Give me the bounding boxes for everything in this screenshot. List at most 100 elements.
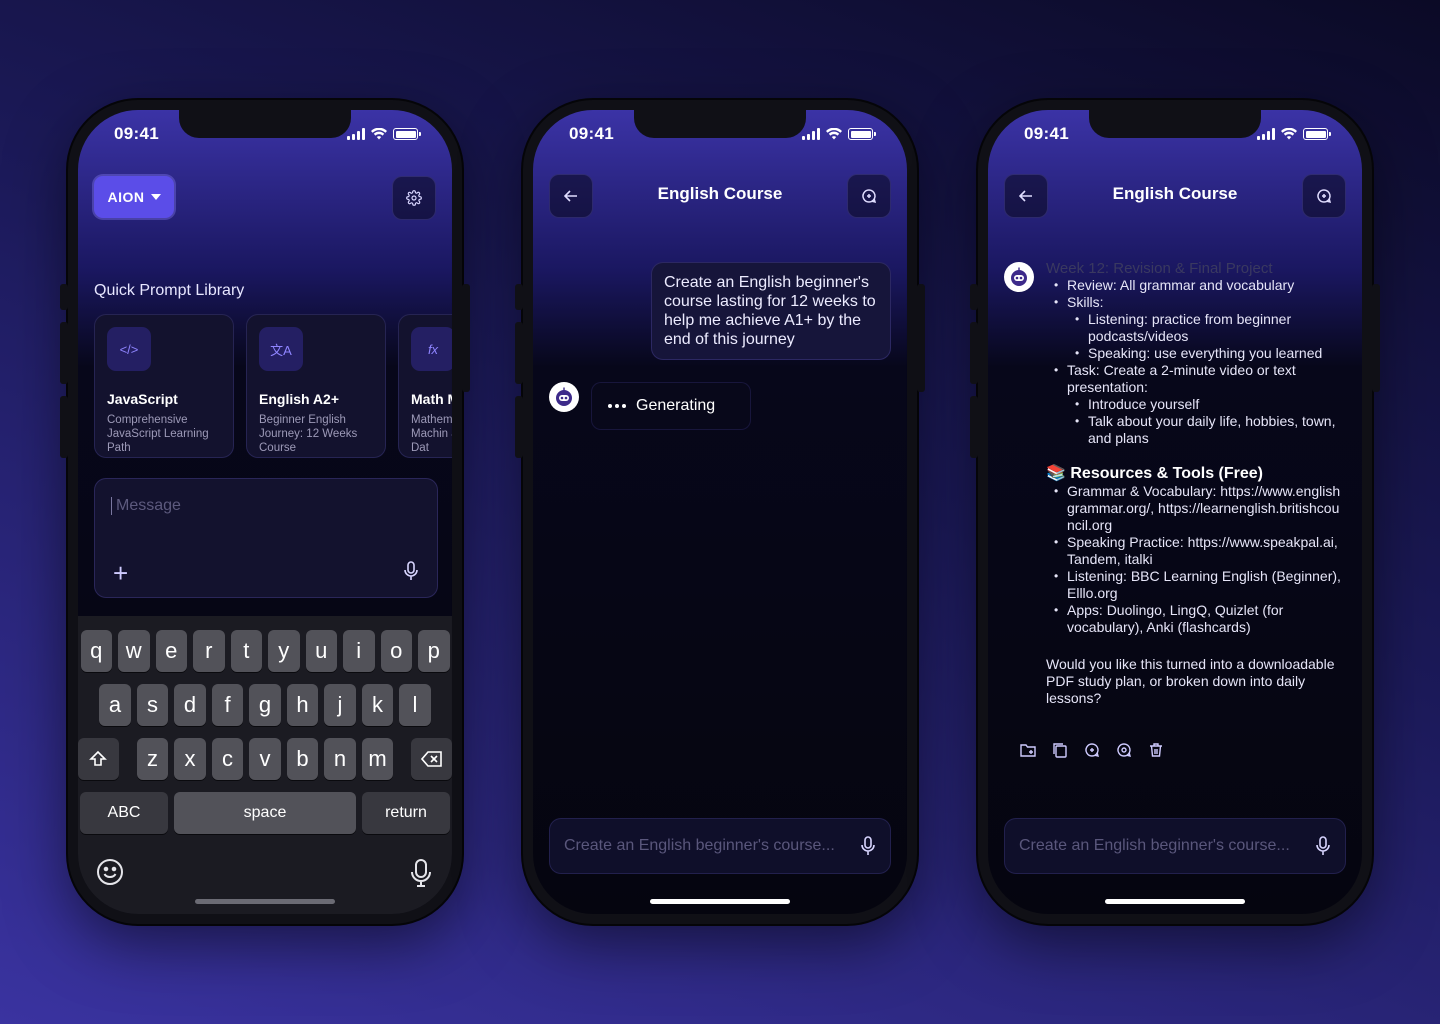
chat-input[interactable]: Create an English beginner's course... xyxy=(1004,818,1346,874)
phone-response: 09:41 English Course Week 12: Revision &… xyxy=(970,100,1380,924)
card-subtitle: Beginner English Journey: 12 Weeks Cours… xyxy=(259,414,358,454)
search-chat-icon[interactable] xyxy=(1116,742,1132,758)
list-item: Review: All grammar and vocabulary xyxy=(1046,277,1346,294)
space-key[interactable]: space xyxy=(174,792,356,834)
assistant-avatar xyxy=(1004,262,1034,292)
key-n[interactable]: n xyxy=(324,738,356,780)
new-chat-icon xyxy=(862,189,877,204)
list-item: Apps: Duolingo, LingQ, Quizlet (for voca… xyxy=(1046,602,1346,636)
key-m[interactable]: m xyxy=(361,738,394,780)
key-u[interactable]: u xyxy=(305,630,337,672)
status-bar: 09:41 xyxy=(1024,124,1331,144)
shift-icon xyxy=(89,750,108,766)
key-o[interactable]: o xyxy=(380,630,412,672)
chat-input-placeholder[interactable]: Create an English beginner's course... xyxy=(564,837,835,855)
key-g[interactable]: g xyxy=(249,684,281,726)
list-item: Skills: xyxy=(1046,294,1346,311)
card-title: English A2+ xyxy=(259,391,340,407)
card-title: JavaScript xyxy=(107,391,178,407)
key-y[interactable]: y xyxy=(268,630,300,672)
regenerate-icon[interactable] xyxy=(1084,742,1100,758)
chat-input[interactable]: Create an English beginner's course... xyxy=(549,818,891,874)
prompt-card-english[interactable]: 文A English A2+ Beginner English Journey:… xyxy=(246,314,386,458)
chevron-down-icon xyxy=(150,194,161,200)
microphone-icon[interactable] xyxy=(1315,836,1331,856)
key-z[interactable]: z xyxy=(136,738,169,780)
list-item: Speaking: use everything you learned xyxy=(1046,345,1346,362)
key-j[interactable]: j xyxy=(324,684,356,726)
shift-key[interactable] xyxy=(78,738,119,780)
key-f[interactable]: f xyxy=(211,684,244,726)
message-actions xyxy=(1020,742,1164,758)
message-composer[interactable]: Message + xyxy=(94,478,438,598)
dictation-microphone-icon[interactable] xyxy=(410,858,432,888)
key-k[interactable]: k xyxy=(361,684,394,726)
key-p[interactable]: p xyxy=(418,630,450,672)
settings-button[interactable] xyxy=(392,176,436,220)
copy-icon[interactable] xyxy=(1052,742,1068,758)
model-selector-button[interactable]: AION xyxy=(94,176,174,218)
chat-input-placeholder[interactable]: Create an English beginner's course... xyxy=(1019,837,1290,855)
keyboard: qwertyuiop asdfghjkl zxcvbnm ABC space r… xyxy=(78,616,452,914)
user-message: Create an English beginner's course last… xyxy=(651,262,891,360)
robot-icon xyxy=(1011,267,1027,286)
key-w[interactable]: w xyxy=(118,630,150,672)
microphone-icon[interactable] xyxy=(860,836,876,856)
list-item: Listening: practice from beginner podcas… xyxy=(1046,311,1346,345)
prompt-cards: </> JavaScript Comprehensive JavaScript … xyxy=(94,314,452,458)
phone-generating: 09:41 English Course Create an English b… xyxy=(515,100,925,924)
return-key[interactable]: return xyxy=(362,792,450,834)
battery-icon xyxy=(1303,128,1331,140)
screen: 09:41 English Course Create an English b… xyxy=(533,110,907,914)
key-r[interactable]: r xyxy=(193,630,225,672)
assistant-avatar xyxy=(549,382,579,412)
key-i[interactable]: i xyxy=(343,630,375,672)
key-e[interactable]: e xyxy=(155,630,187,672)
generating-label: Generating xyxy=(636,397,716,414)
resources-heading: 📚 Resources & Tools (Free) xyxy=(1046,465,1264,482)
prompt-card-javascript[interactable]: </> JavaScript Comprehensive JavaScript … xyxy=(94,314,234,458)
assistant-response: Week 12: Revision & Final Project Review… xyxy=(1046,260,1346,707)
microphone-icon[interactable] xyxy=(403,561,419,581)
list-item: Talk about your daily life, hobbies, tow… xyxy=(1046,413,1346,447)
cellular-signal-icon xyxy=(1257,128,1275,140)
folder-add-icon[interactable] xyxy=(1020,742,1036,758)
prompt-card-math[interactable]: fx Math M Mathem Machin and Dat xyxy=(398,314,452,458)
backspace-icon xyxy=(420,751,442,767)
key-a[interactable]: a xyxy=(99,684,131,726)
screen: 09:41 English Course Week 12: Revision &… xyxy=(988,110,1362,914)
trash-icon[interactable] xyxy=(1148,742,1164,758)
new-chat-button[interactable] xyxy=(1302,174,1346,218)
key-h[interactable]: h xyxy=(286,684,319,726)
card-subtitle: Mathem Machin and Dat xyxy=(411,414,452,454)
new-chat-button[interactable] xyxy=(847,174,891,218)
home-indicator xyxy=(195,899,335,904)
card-title: Math M xyxy=(411,391,452,407)
list-item: Introduce yourself xyxy=(1046,396,1346,413)
list-item: Grammar & Vocabulary: https://www.englis… xyxy=(1046,483,1346,534)
cellular-signal-icon xyxy=(347,128,365,140)
typing-dots-icon xyxy=(608,404,626,408)
key-x[interactable]: x xyxy=(174,738,206,780)
add-attachment-icon[interactable]: + xyxy=(113,560,128,586)
wifi-icon xyxy=(826,128,842,140)
week-heading: Week 12: Revision & Final Project xyxy=(1046,260,1273,277)
key-d[interactable]: d xyxy=(174,684,206,726)
key-s[interactable]: s xyxy=(136,684,169,726)
status-bar: 09:41 xyxy=(569,124,876,144)
key-b[interactable]: b xyxy=(286,738,319,780)
key-v[interactable]: v xyxy=(249,738,281,780)
key-q[interactable]: q xyxy=(80,630,112,672)
key-l[interactable]: l xyxy=(399,684,431,726)
phone-home: 09:41 AION Quick Prompt Library </> Java… xyxy=(60,100,470,924)
status-time: 09:41 xyxy=(569,124,614,143)
status-time: 09:41 xyxy=(1024,124,1069,143)
message-input[interactable]: Message xyxy=(111,497,181,515)
key-c[interactable]: c xyxy=(211,738,244,780)
gear-icon xyxy=(406,190,422,206)
abc-key[interactable]: ABC xyxy=(80,792,168,834)
resources-list: Grammar & Vocabulary: https://www.englis… xyxy=(1046,483,1346,636)
emoji-icon[interactable] xyxy=(96,858,124,886)
key-t[interactable]: t xyxy=(230,630,262,672)
backspace-key[interactable] xyxy=(411,738,452,780)
